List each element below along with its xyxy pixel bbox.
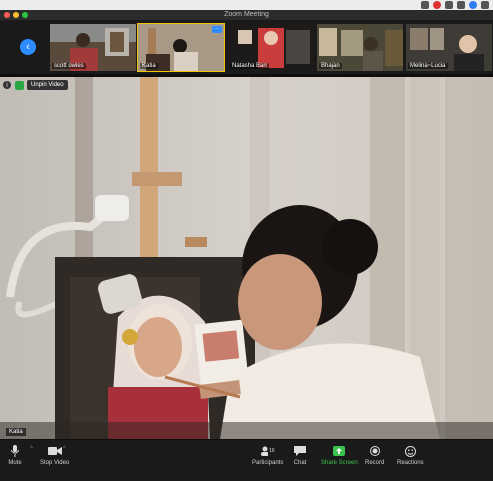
more-options-icon[interactable]: ···: [212, 26, 222, 33]
main-video: i Unpin Video Katia: [0, 77, 493, 439]
chat-button[interactable]: Chat: [293, 445, 307, 466]
record-status-icon[interactable]: [433, 1, 441, 9]
mute-button[interactable]: Mute: [8, 445, 22, 466]
minimize-window-icon[interactable]: [13, 12, 19, 18]
chevron-left-icon[interactable]: ‹: [20, 39, 36, 55]
reactions-label: Reactions: [397, 460, 424, 466]
video-frame: [0, 77, 493, 439]
unpin-video-button[interactable]: Unpin Video: [27, 80, 68, 90]
speaker-name: Katia: [6, 428, 26, 436]
wifi-icon[interactable]: [481, 1, 489, 9]
share-screen-icon: [332, 445, 346, 457]
shield-icon[interactable]: [15, 80, 24, 90]
thumbnail-strip: ‹ scott owles ··· Katia Natasha Barr Bha…: [0, 20, 493, 74]
window-title: Zoom Meeting: [224, 11, 269, 18]
participants-count: 16: [269, 448, 275, 454]
status-icon[interactable]: [445, 1, 453, 9]
video-camera-icon: [47, 445, 62, 457]
reactions-icon: [403, 445, 417, 457]
participant-name: scott owles: [52, 63, 86, 69]
zoom-window-icon[interactable]: [22, 12, 28, 18]
participant-name: Melina~Lucia: [408, 63, 448, 69]
participant-thumbnail[interactable]: Melina~Lucia: [405, 23, 493, 72]
participant-thumbnail[interactable]: Bhajan: [316, 23, 404, 72]
record-button[interactable]: Record: [365, 445, 384, 466]
share-screen-button[interactable]: Share Screen: [321, 445, 358, 466]
stop-video-label: Stop Video: [40, 460, 70, 466]
participants-label: Participants: [252, 460, 284, 466]
participant-thumbnail[interactable]: ··· Katia: [137, 23, 225, 72]
record-label: Record: [365, 460, 385, 466]
participants-button[interactable]: 16 Participants: [252, 445, 283, 466]
microphone-icon: [8, 445, 22, 457]
mute-label: Mute: [8, 460, 22, 466]
system-menubar: [0, 0, 493, 10]
close-window-icon[interactable]: [4, 12, 10, 18]
status-icon[interactable]: [469, 1, 477, 9]
window-titlebar: Zoom Meeting: [0, 10, 493, 20]
info-icon[interactable]: i: [2, 80, 12, 90]
participant-name: Katia: [140, 63, 158, 69]
participant-name: Natasha Barr: [230, 63, 270, 69]
participant-thumbnail[interactable]: Natasha Barr: [227, 23, 315, 72]
record-icon: [368, 445, 382, 457]
chevron-up-icon[interactable]: ^: [30, 446, 33, 452]
status-icon[interactable]: [457, 1, 465, 9]
participants-icon: 16: [260, 445, 275, 457]
participant-name: Bhajan: [319, 63, 342, 69]
meeting-toolbar: Mute ^ Stop Video ^ 16 Participants Chat…: [0, 440, 493, 481]
share-screen-label: Share Screen: [321, 460, 358, 466]
chat-label: Chat: [293, 460, 307, 466]
chat-icon: [293, 445, 307, 457]
participant-thumbnail[interactable]: scott owles: [49, 23, 137, 72]
chevron-up-icon[interactable]: ^: [63, 446, 66, 452]
status-icon[interactable]: [421, 1, 429, 9]
reactions-button[interactable]: Reactions: [397, 445, 424, 466]
